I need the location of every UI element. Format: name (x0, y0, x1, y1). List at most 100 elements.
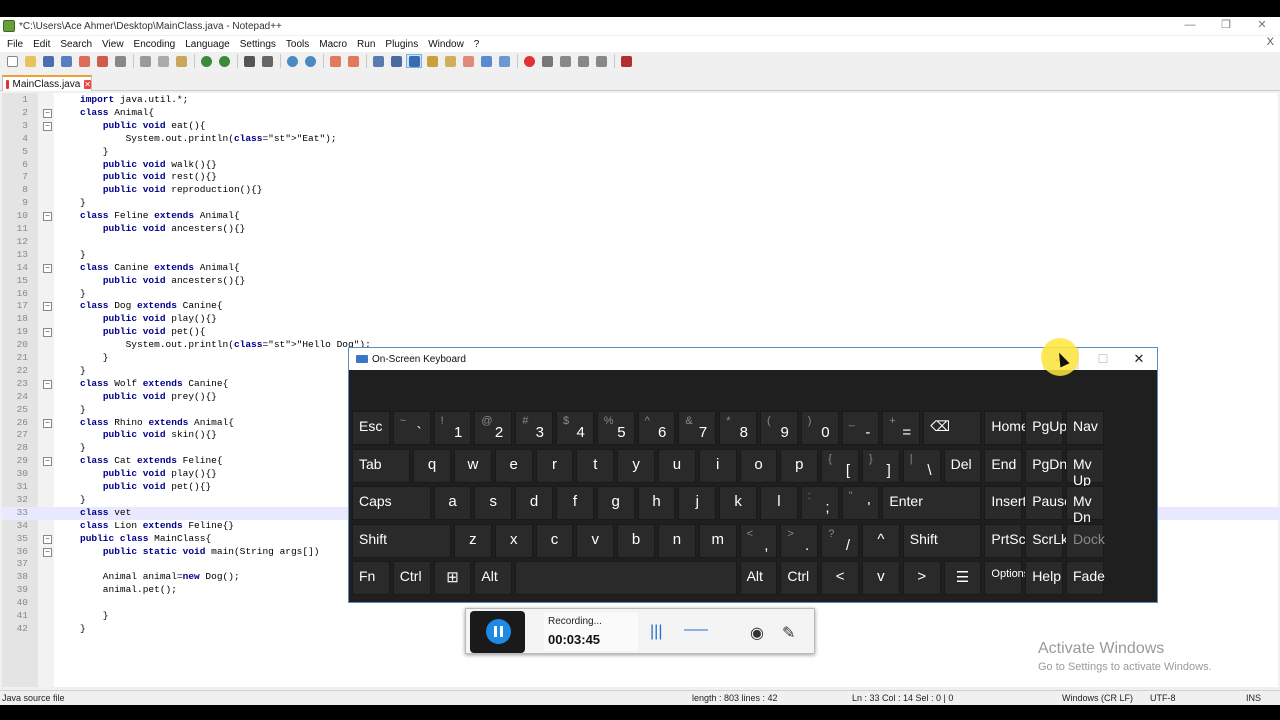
fold-toggle-icon[interactable]: − (43, 457, 52, 467)
fold-toggle-icon[interactable]: − (43, 547, 52, 557)
menu-language[interactable]: Language (180, 39, 235, 50)
user-language-icon[interactable] (424, 54, 440, 68)
osk-key[interactable]: r (535, 448, 574, 483)
osk-key[interactable]: q (413, 448, 451, 483)
replace-icon[interactable] (259, 54, 275, 68)
record-macro-icon[interactable] (521, 54, 537, 68)
osk-key[interactable]: Dock (1066, 523, 1105, 558)
osk-key[interactable]: % 5 (596, 411, 635, 445)
print-icon[interactable] (112, 54, 128, 68)
osk-key[interactable]: ) 0 (800, 411, 839, 445)
menu-plugins[interactable]: Plugins (380, 39, 423, 50)
osk-key[interactable]: e (494, 448, 533, 483)
new-file-icon[interactable] (4, 54, 20, 68)
find-icon[interactable] (241, 54, 257, 68)
sync-horizontal-icon[interactable] (345, 54, 361, 68)
osk-key[interactable]: b (617, 523, 655, 558)
osk-key[interactable]: $4 (556, 411, 594, 445)
osk-key[interactable]: ^ (862, 523, 900, 558)
osk-key[interactable]: m (698, 523, 737, 558)
osk-key[interactable]: | \ (902, 448, 941, 483)
osk-key[interactable]: s (474, 486, 513, 520)
osk-key[interactable]: ⌫ (923, 411, 982, 445)
osk-key[interactable]: f (556, 486, 594, 520)
osk-key[interactable]: u (658, 448, 696, 483)
osk-key[interactable]: PgUp (1025, 411, 1067, 445)
save-all-icon[interactable] (58, 54, 74, 68)
menu-help[interactable]: ? (469, 39, 485, 50)
osk-key[interactable]: Alt (474, 561, 513, 595)
code-line[interactable]: 7 public void rest(){} (2, 171, 1280, 184)
pen-draw-icon[interactable]: ✎ (782, 623, 795, 643)
osk-key[interactable]: * 8 (719, 411, 757, 445)
osk-key[interactable]: a (433, 486, 472, 520)
code-line[interactable]: 3 − public void eat(){ (2, 120, 1280, 133)
code-line[interactable]: 10 − class Feline extends Animal{ (2, 210, 1280, 223)
minimize-button[interactable]: — (1172, 17, 1208, 35)
tab-close-icon[interactable]: ✕ (84, 79, 91, 89)
osk-key[interactable]: Alt (739, 561, 778, 595)
osk-key[interactable]: Shift (902, 523, 982, 558)
osk-key[interactable]: PgDn (1025, 448, 1067, 483)
code-line[interactable]: 12 (2, 236, 1280, 249)
osk-key[interactable]: Pause (1025, 486, 1072, 520)
restore-button[interactable]: ❐ (1208, 17, 1244, 35)
osk-key[interactable]: ^ 6 (637, 411, 676, 445)
osk-key[interactable]: n (658, 523, 696, 558)
osk-key[interactable]: Enter (882, 486, 982, 520)
code-line[interactable]: 19 − public void pet(){ (2, 326, 1280, 339)
cut-icon[interactable] (137, 54, 153, 68)
fold-toggle-icon[interactable]: − (43, 212, 52, 222)
stop-macro-icon[interactable] (539, 54, 555, 68)
audio-levels-icon[interactable]: ||| (650, 623, 662, 641)
osk-key[interactable]: Help (1025, 561, 1063, 595)
osk-key[interactable] (515, 561, 737, 595)
copy-icon[interactable] (155, 54, 171, 68)
code-line[interactable]: 18 public void play(){} (2, 313, 1280, 326)
osk-key[interactable]: w (454, 448, 492, 483)
code-line[interactable]: 11 public void ancesters(){} (2, 223, 1280, 236)
osk-key[interactable]: Shift (352, 523, 451, 558)
play-macro-icon[interactable] (557, 54, 573, 68)
show-all-chars-icon[interactable] (388, 54, 404, 68)
open-file-icon[interactable] (22, 54, 38, 68)
osk-key[interactable]: > (902, 561, 941, 595)
osk-key[interactable]: Tab (352, 448, 411, 483)
save-icon[interactable] (40, 54, 56, 68)
osk-key[interactable]: (9 (760, 411, 798, 445)
osk-key[interactable]: Insert (984, 486, 1026, 520)
osk-key[interactable]: Home (984, 411, 1029, 445)
osk-key[interactable]: Ctrl (780, 561, 819, 595)
paste-icon[interactable] (173, 54, 189, 68)
code-line[interactable]: 5 } (2, 146, 1280, 159)
osk-key[interactable]: p (780, 448, 819, 483)
osk-key[interactable]: d (515, 486, 553, 520)
osk-key[interactable]: Nav (1066, 411, 1104, 445)
menu-settings[interactable]: Settings (235, 39, 281, 50)
osk-key[interactable]: j (678, 486, 717, 520)
volume-slider-icon[interactable]: ⎯⎯⎯ (684, 621, 708, 639)
osk-key[interactable]: & 7 (678, 411, 717, 445)
osk-key[interactable]: g (596, 486, 635, 520)
zoom-in-icon[interactable] (284, 54, 300, 68)
osk-key[interactable]: PrtScn (984, 523, 1033, 558)
menu-macro[interactable]: Macro (314, 39, 352, 50)
osk-key[interactable]: Esc (352, 411, 390, 445)
pause-recording-button[interactable] (470, 611, 525, 653)
osk-key[interactable]: Options (984, 561, 1029, 595)
run-macro-multiple-icon[interactable] (575, 54, 591, 68)
osk-key[interactable]: h (637, 486, 676, 520)
osk-key[interactable]: Del (943, 448, 982, 483)
word-wrap-icon[interactable] (370, 54, 386, 68)
osk-key[interactable]: Fade (1066, 561, 1105, 595)
osk-key[interactable]: ! 1 (433, 411, 472, 445)
menu-edit[interactable]: Edit (28, 39, 55, 50)
menu-encoding[interactable]: Encoding (129, 39, 181, 50)
save-macro-icon[interactable] (593, 54, 609, 68)
osk-key[interactable]: Caps (352, 486, 431, 520)
webcam-icon[interactable]: ◉ (750, 623, 764, 643)
code-line[interactable]: 15 public void ancesters(){} (2, 275, 1280, 288)
osk-key[interactable]: ~ ` (392, 411, 431, 445)
spell-check-icon[interactable] (618, 54, 634, 68)
osk-maximize-button[interactable]: ☐ (1085, 348, 1121, 370)
